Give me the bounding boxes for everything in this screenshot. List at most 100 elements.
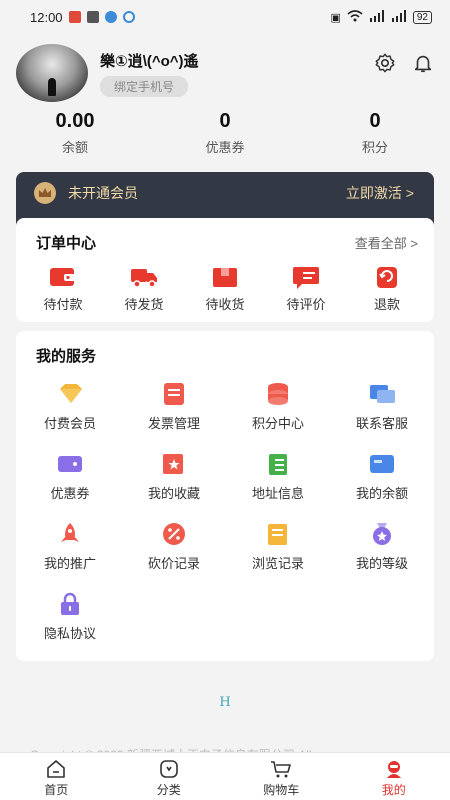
chat-icon: [370, 385, 395, 403]
notification-icon: [86, 11, 99, 23]
stat-value: 0: [369, 110, 381, 132]
truck-icon: [131, 269, 157, 288]
mine-icon: [386, 761, 401, 778]
service-promotion[interactable]: 我的推广: [18, 517, 122, 587]
gear-icon[interactable]: [374, 52, 396, 74]
stat-value: 0: [219, 110, 231, 132]
avatar[interactable]: [16, 44, 88, 102]
stat-balance[interactable]: 0.00 余额: [0, 110, 150, 156]
service-label: 地址信息: [251, 486, 304, 501]
notification-icon: [68, 11, 81, 23]
wifi-icon: [347, 9, 363, 25]
invoice-icon: [164, 383, 184, 405]
footer-logo: H: [219, 695, 231, 710]
bell-icon[interactable]: [412, 52, 434, 74]
tab-category[interactable]: 分类: [113, 753, 226, 800]
service-my-level[interactable]: 我的等级: [330, 517, 434, 587]
discount-icon: [163, 523, 185, 545]
status-bar: 12:00 ▣ 92: [0, 0, 450, 34]
refund-icon: [377, 267, 397, 288]
order-pending-shipment[interactable]: 待发货: [109, 264, 179, 313]
service-points-center[interactable]: 积分中心: [226, 377, 330, 447]
tab-cart[interactable]: 购物车: [225, 753, 338, 800]
order-center-title: 订单中心: [36, 235, 97, 252]
crown-icon: [34, 182, 56, 204]
service-label: 我的收藏: [147, 486, 200, 501]
cart-icon: [271, 761, 292, 778]
order-item-label: 待发货: [124, 297, 164, 312]
stat-label: 余额: [61, 140, 88, 155]
medal-icon: [373, 523, 391, 545]
service-label: 浏览记录: [251, 556, 304, 571]
tab-label: 我的: [381, 783, 406, 797]
service-label: 我的推广: [43, 556, 96, 571]
card-icon: [370, 455, 394, 473]
tab-label: 首页: [44, 783, 69, 797]
lock-icon: [61, 592, 79, 615]
account-stats: 0.00 余额 0 优惠券 0 积分: [0, 110, 450, 156]
notification-icon: [104, 11, 117, 23]
nickname: 樂①逍\(^o^)遙: [100, 53, 199, 70]
service-label: 积分中心: [251, 416, 304, 431]
service-label: 砍价记录: [147, 556, 200, 571]
service-label: 联系客服: [355, 416, 408, 431]
stat-label: 积分: [361, 140, 388, 155]
order-item-label: 待付款: [43, 297, 83, 312]
services-title: 我的服务: [36, 348, 97, 365]
coins-icon: [268, 383, 288, 405]
signal-icon: [391, 9, 407, 25]
service-label: 付费会员: [43, 416, 96, 431]
service-label: 我的余额: [355, 486, 408, 501]
service-invoice[interactable]: 发票管理: [122, 377, 226, 447]
service-balance[interactable]: 我的余额: [330, 447, 434, 517]
service-privacy-policy[interactable]: 隐私协议: [18, 587, 122, 657]
stat-label: 优惠券: [205, 140, 245, 155]
tab-label: 分类: [156, 783, 181, 797]
rocket-icon: [61, 523, 79, 542]
tab-home[interactable]: 首页: [0, 753, 113, 800]
bottom-tab-bar: 首页 分类 购物车 我的: [0, 752, 450, 800]
review-icon: [293, 267, 319, 289]
member-status: 未开通会员: [68, 185, 138, 201]
service-label: 隐私协议: [43, 626, 96, 641]
service-bargain-records[interactable]: 砍价记录: [122, 517, 226, 587]
notification-icon: [122, 11, 135, 23]
coupon-icon: [58, 456, 82, 472]
tab-label: 购物车: [263, 783, 300, 797]
home-icon: [47, 760, 66, 778]
service-label: 优惠券: [50, 486, 90, 501]
service-favorites[interactable]: 我的收藏: [122, 447, 226, 517]
stat-value: 0.00: [55, 110, 95, 132]
order-pending-payment[interactable]: 待付款: [28, 264, 98, 313]
view-all-orders-link[interactable]: 查看全部 >: [355, 233, 418, 252]
service-address[interactable]: 地址信息: [226, 447, 330, 517]
star-folder-icon: [163, 454, 183, 474]
status-time: 12:00: [30, 9, 63, 25]
nfc-icon: ▣: [330, 11, 341, 24]
order-pending-receipt[interactable]: 待收货: [190, 264, 260, 313]
service-customer-support[interactable]: 联系客服: [330, 377, 434, 447]
history-icon: [268, 524, 287, 545]
service-label: 我的等级: [355, 556, 408, 571]
profile-header: 樂①逍\(^o^)遙 绑定手机号: [16, 44, 434, 104]
stat-coupons[interactable]: 0 优惠券: [150, 110, 300, 156]
tab-mine[interactable]: 我的: [338, 753, 450, 800]
order-refund[interactable]: 退款: [352, 264, 422, 313]
service-coupons[interactable]: 优惠券: [18, 447, 122, 517]
box-icon: [213, 268, 237, 287]
order-item-label: 待评价: [286, 297, 326, 312]
service-label: 发票管理: [147, 416, 200, 431]
service-browsing-history[interactable]: 浏览记录: [226, 517, 330, 587]
wallet-icon: [50, 268, 75, 286]
order-pending-review[interactable]: 待评价: [271, 264, 341, 313]
diamond-icon: [60, 384, 82, 403]
bind-phone-button[interactable]: 绑定手机号: [100, 76, 189, 97]
signal-icon: [369, 9, 385, 25]
activate-member-link[interactable]: 立即激活 >: [346, 183, 414, 203]
order-item-label: 退款: [373, 297, 400, 312]
service-paid-membership[interactable]: 付费会员: [18, 377, 122, 447]
order-center-card: 订单中心 查看全部 > 待付款 待发货 待收货 待评价 退款: [16, 218, 434, 322]
battery-icon: 92: [412, 10, 432, 24]
stat-points[interactable]: 0 积分: [300, 110, 450, 156]
my-services-card: 我的服务 付费会员 发票管理 积分中心 联系客服 优惠券 我的收藏 地址信息 我…: [16, 331, 434, 661]
